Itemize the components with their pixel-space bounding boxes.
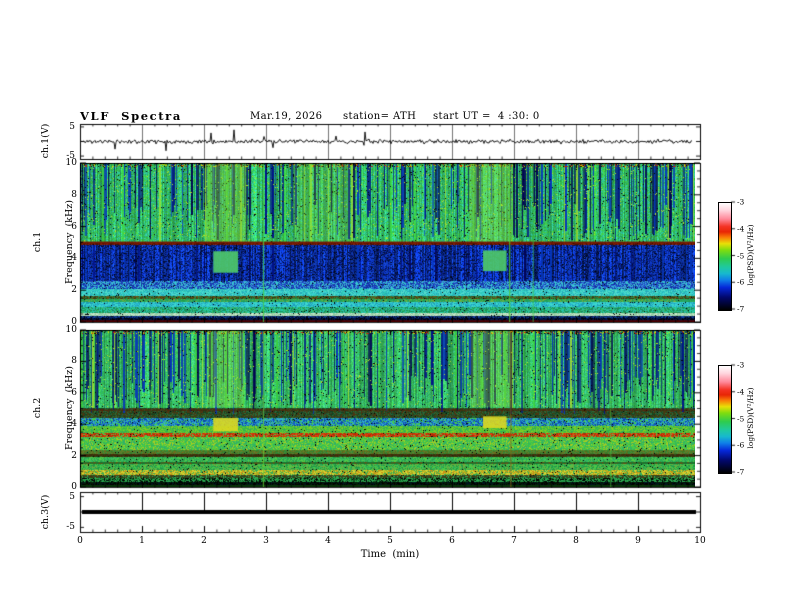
ch1-voltage-axis-label: ch.1(V) [39,123,51,159]
freq-tick-label: 6 [71,387,77,398]
ch2-frequency-axis-label-line1: ch.2 [32,397,43,419]
freq-tick-label: 8 [71,356,77,367]
ch2-frequency-axis-label-line2: Frequency (kHz) [63,366,75,450]
time-tick-label: 6 [449,536,455,546]
start-ut-label: start UT = 4 :30: 0 [433,111,540,122]
ch1-frequency-axis-label-line2: Frequency (kHz) [63,200,75,284]
time-tick-label: 5 [387,536,393,546]
time-tick-label: 10 [694,536,706,546]
ch2-spectrogram-canvas [80,330,695,487]
ch2-frequency-axis-label: ch.2 Frequency (kHz) [12,366,96,450]
freq-tick-label: 4 [71,253,77,264]
freq-tick-label: 0 [71,482,77,492]
ch3-voltage-axis-label: ch.3(V) [39,494,51,530]
time-tick-label: 2 [201,536,207,546]
colorbar-ch2-label: log(PSD)(V²/Hz) [745,387,755,449]
figure-title: VLF Spectra [80,109,182,123]
colorbar-tick-label: -7 [737,304,745,314]
time-tick-label: 0 [77,536,83,546]
ch1-frequency-axis-label-line1: ch.1 [32,231,43,253]
freq-tick-label: 2 [71,450,77,461]
colorbar-tick-label: -4 [737,387,745,397]
colorbar-tick-label: -3 [737,197,745,207]
volt-tick-label: 5 [69,121,75,132]
ch1-spectrogram-canvas [80,163,695,322]
colorbar-tick-label: -4 [737,224,745,234]
colorbar-tick-label: -6 [737,440,745,450]
vlf-spectra-figure: VLF Spectra Mar.19, 2026 station= ATH st… [0,0,792,612]
time-tick-label: 1 [139,536,145,546]
time-tick-label: 3 [263,536,269,546]
time-tick-label: 7 [511,536,517,546]
freq-tick-label: 4 [71,419,77,430]
colorbar-tick-label: -5 [737,251,745,260]
freq-tick-label: 8 [71,189,77,200]
colorbar-ch2 [718,365,732,474]
freq-tick-label: 10 [65,325,77,335]
colorbar-tick-label: -6 [737,277,745,287]
volt-tick-label: -5 [66,522,75,533]
colorbar-ch1-label: log(PSD)(V²/Hz) [745,224,755,286]
colorbar-tick-label: -7 [737,467,745,477]
freq-tick-label: 6 [71,221,77,232]
colorbar-tick-label: -3 [737,360,745,370]
freq-tick-label: 2 [71,285,77,296]
time-axis-label: Time (min) [360,549,420,560]
time-tick-label: 9 [635,536,641,546]
volt-tick-label: 5 [69,491,75,502]
date-label: Mar.19, 2026 [250,111,323,122]
ch1-frequency-axis-label: ch.1 Frequency (kHz) [12,200,96,284]
station-label: station= ATH [343,111,417,122]
time-tick-label: 4 [325,536,331,546]
volt-tick-label: -5 [66,151,75,162]
colorbar-ch1 [718,202,732,311]
colorbar-tick-label: -5 [737,414,745,423]
time-tick-label: 8 [573,536,579,546]
